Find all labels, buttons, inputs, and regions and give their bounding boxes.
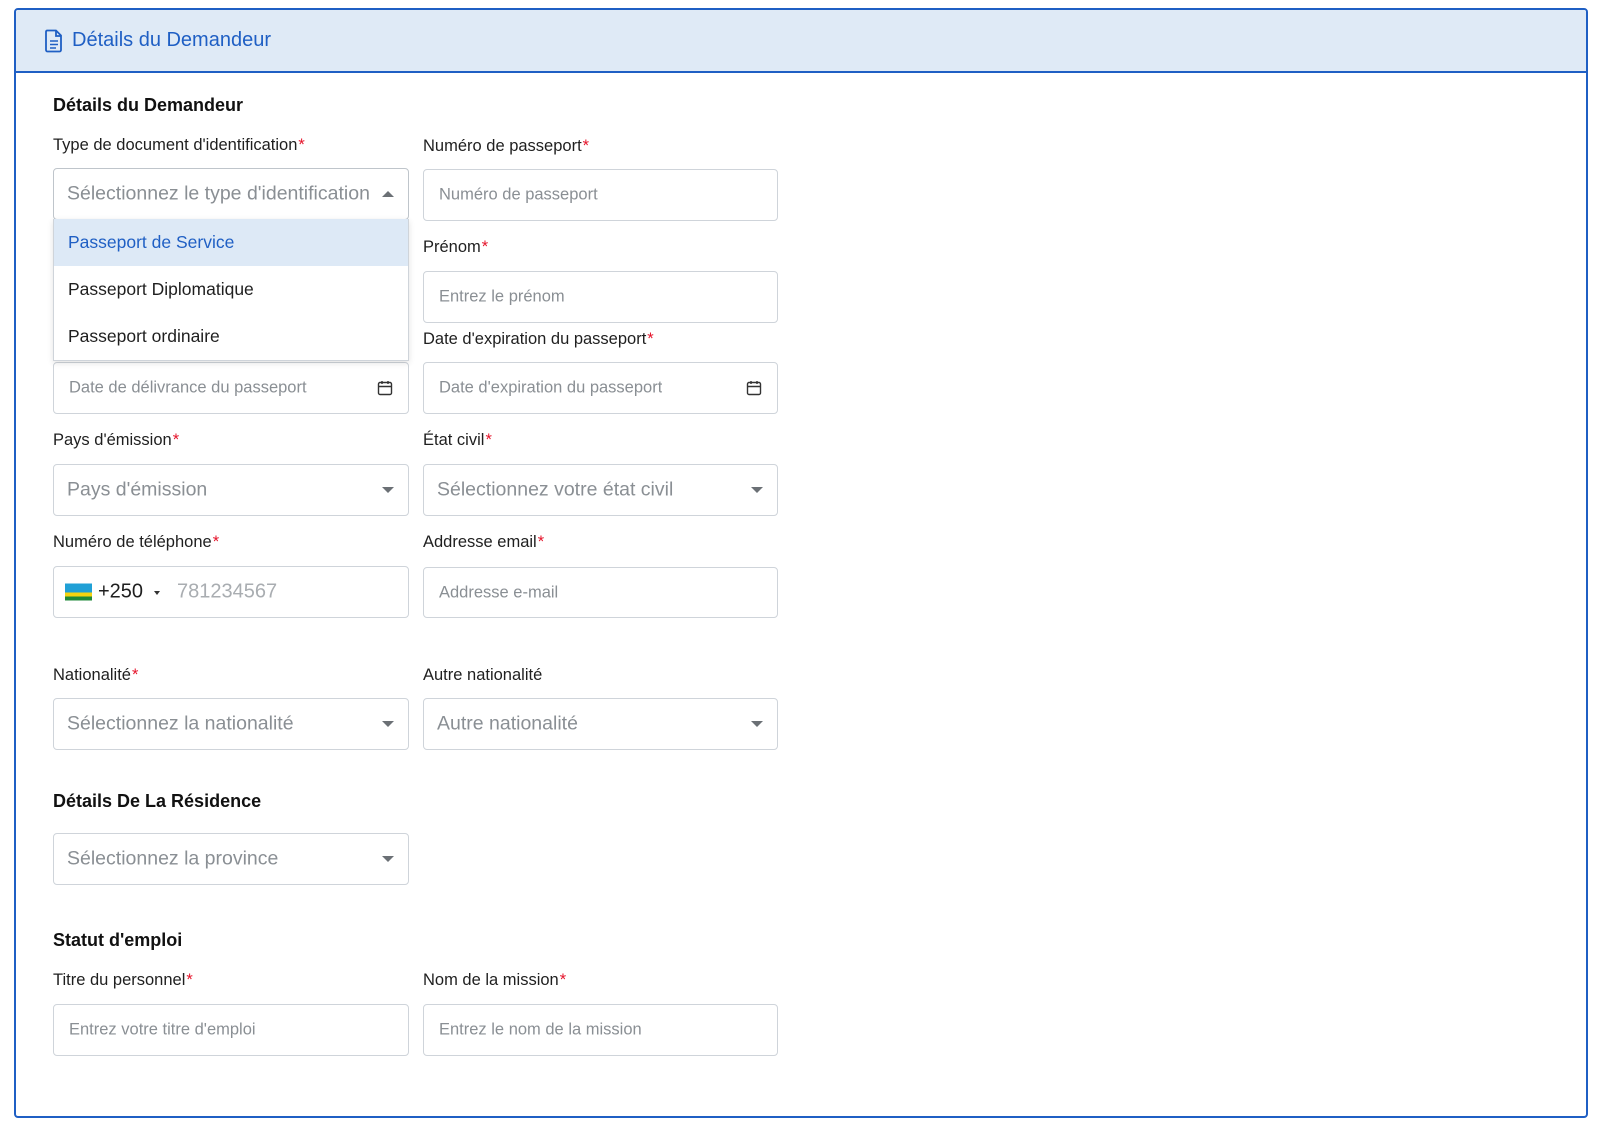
email-label: Addresse email*: [423, 533, 545, 551]
id-type-select[interactable]: Sélectionnez le type d'identification: [53, 168, 409, 220]
province-select[interactable]: Sélectionnez la province: [53, 833, 409, 885]
calendar-icon[interactable]: [377, 380, 393, 396]
passport-number-label: Numéro de passeport*: [423, 137, 590, 155]
applicant-section-title: Détails du Demandeur: [53, 95, 244, 115]
phone-input[interactable]: +250 781234567: [53, 566, 409, 618]
job-title-placeholder: Entrez votre titre d'emploi: [69, 1020, 256, 1039]
email-placeholder: Addresse e-mail: [439, 583, 559, 601]
phone-country-code[interactable]: +250: [98, 581, 143, 604]
caret-down-icon[interactable]: [154, 591, 160, 595]
issue-date-placeholder: Date de délivrance du passeport: [69, 378, 307, 397]
job-title-label: Titre du personnel*: [53, 971, 193, 989]
other-nationality-label: Autre nationalité: [423, 666, 543, 684]
caret-down-icon: [751, 487, 763, 493]
first-name-label: Prénom*: [423, 238, 489, 256]
issuing-country-placeholder: Pays d'émission: [67, 478, 208, 501]
card-header-title: Détails du Demandeur: [72, 29, 271, 51]
civil-status-label: État civil*: [423, 431, 492, 449]
nationality-label: Nationalité*: [53, 666, 139, 684]
first-name-placeholder: Entrez le prénom: [439, 287, 565, 306]
caret-up-icon: [382, 191, 394, 197]
document-icon: [45, 29, 62, 52]
rwanda-flag-icon[interactable]: [65, 583, 92, 601]
id-type-placeholder: Sélectionnez le type d'identification: [67, 182, 370, 205]
other-nationality-select[interactable]: Autre nationalité: [423, 698, 778, 750]
issuing-country-label: Pays d'émission*: [53, 431, 180, 449]
passport-number-placeholder: Numéro de passeport: [439, 185, 598, 204]
other-nationality-placeholder: Autre nationalité: [437, 712, 578, 735]
expiry-date-input[interactable]: Date d'expiration du passeport: [423, 362, 778, 414]
mission-name-placeholder: Entrez le nom de la mission: [439, 1020, 642, 1039]
phone-label: Numéro de téléphone*: [53, 533, 220, 551]
job-title-input[interactable]: Entrez votre titre d'emploi: [53, 1004, 409, 1056]
expiry-date-placeholder: Date d'expiration du passeport: [439, 378, 663, 397]
nationality-placeholder: Sélectionnez la nationalité: [67, 712, 294, 735]
province-placeholder: Sélectionnez la province: [67, 847, 279, 870]
employment-section-title: Statut d'emploi: [53, 930, 183, 950]
id-type-option[interactable]: Passeport ordinaire: [54, 313, 408, 360]
id-type-option[interactable]: Passeport Diplomatique: [54, 266, 408, 313]
issue-date-input[interactable]: Date de délivrance du passeport: [53, 362, 409, 414]
civil-status-placeholder: Sélectionnez votre état civil: [437, 478, 674, 501]
civil-status-select[interactable]: Sélectionnez votre état civil: [423, 464, 778, 516]
mission-name-label: Nom de la mission*: [423, 971, 567, 989]
residence-section-title: Détails De La Résidence: [53, 791, 262, 811]
mission-name-input[interactable]: Entrez le nom de la mission: [423, 1004, 778, 1056]
caret-down-icon: [382, 856, 394, 862]
nationality-select[interactable]: Sélectionnez la nationalité: [53, 698, 409, 750]
card-header: Détails du Demandeur: [16, 10, 1586, 73]
first-name-input[interactable]: Entrez le prénom: [423, 271, 778, 323]
id-type-label: Type de document d'identification*: [53, 136, 305, 154]
expiry-date-label: Date d'expiration du passeport*: [423, 330, 654, 348]
calendar-icon[interactable]: [746, 380, 762, 396]
caret-down-icon: [382, 487, 394, 493]
phone-placeholder: 781234567: [177, 580, 278, 603]
caret-down-icon: [751, 721, 763, 727]
caret-down-icon: [382, 721, 394, 727]
passport-number-input[interactable]: Numéro de passeport: [423, 169, 778, 221]
id-type-option[interactable]: Passeport de Service: [54, 219, 408, 266]
id-type-dropdown: Passeport de Service Passeport Diplomati…: [53, 219, 409, 361]
issuing-country-select[interactable]: Pays d'émission: [53, 464, 409, 516]
email-input[interactable]: Addresse e-mail: [423, 567, 778, 618]
